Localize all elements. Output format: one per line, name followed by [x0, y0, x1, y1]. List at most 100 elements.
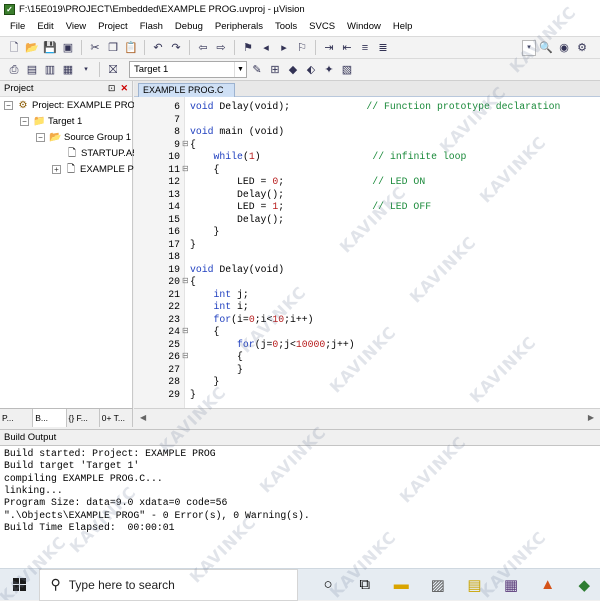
menu-peripherals[interactable]: Peripherals: [209, 18, 269, 36]
menu-project[interactable]: Project: [92, 18, 134, 36]
menu-file[interactable]: File: [4, 18, 31, 36]
code-text: {: [190, 164, 220, 177]
indent-icon[interactable]: ⇥: [321, 40, 337, 56]
close-icon[interactable]: ✕: [120, 83, 128, 94]
menu-svcs[interactable]: SVCS: [303, 18, 341, 36]
pin-icon[interactable]: ⊡: [108, 83, 116, 94]
configure-icon[interactable]: ⚙: [574, 40, 590, 56]
line-number: 22: [168, 301, 180, 312]
fold-marker-icon[interactable]: ⊟: [182, 326, 189, 339]
editor-tab[interactable]: EXAMPLE PROG.C: [138, 83, 235, 97]
open-folder-icon[interactable]: 📂: [24, 40, 40, 56]
photos-icon[interactable]: ▨: [422, 569, 454, 601]
translate-icon[interactable]: ⎙: [6, 62, 22, 78]
tree-item-file[interactable]: 🗋 STARTUP.A5: [66, 145, 138, 161]
target-select[interactable]: Target 1 ▼: [129, 61, 247, 78]
code-line: 14 LED = 1; // LED OFF: [134, 201, 600, 214]
find-dropdown-icon[interactable]: ▾: [522, 39, 536, 56]
build-output-panel[interactable]: Build started: Project: EXAMPLE PROG Bui…: [0, 446, 600, 568]
tab-functions[interactable]: {} F...: [67, 409, 100, 427]
scroll-right-icon[interactable]: ▶: [588, 413, 594, 422]
collapse-toggle-icon[interactable]: −: [20, 116, 29, 126]
copy-icon[interactable]: ❐: [105, 40, 121, 56]
save-all-icon[interactable]: ▣: [60, 40, 76, 56]
download-icon[interactable]: ▾: [78, 62, 94, 78]
start-button[interactable]: [0, 569, 39, 601]
code-text: }: [190, 364, 243, 377]
batch-build-icon[interactable]: ▦: [60, 62, 76, 78]
keil-icon[interactable]: ◆: [568, 569, 600, 601]
menu-tools[interactable]: Tools: [269, 18, 303, 36]
fold-marker-icon[interactable]: ⊟: [182, 351, 189, 364]
calculator-icon[interactable]: ▦: [495, 569, 527, 601]
project-panel-title: Project: [4, 83, 34, 94]
undo-icon[interactable]: ↶: [150, 40, 166, 56]
pack-installer-icon[interactable]: ◆: [285, 62, 301, 78]
tree-item-file[interactable]: + 🗋 EXAMPLE P: [52, 161, 134, 177]
notes-icon[interactable]: ▤: [459, 569, 491, 601]
menu-debug[interactable]: Debug: [169, 18, 209, 36]
new-file-icon[interactable]: 🗋: [6, 40, 22, 56]
tab-templates[interactable]: 0+ T...: [100, 409, 133, 427]
paste-icon[interactable]: 📋: [123, 40, 139, 56]
books-icon[interactable]: ▧: [339, 62, 355, 78]
build-icon[interactable]: ▤: [24, 62, 40, 78]
navigate-forward-icon[interactable]: ⇨: [213, 40, 229, 56]
menu-view[interactable]: View: [60, 18, 92, 36]
code-editor[interactable]: 6 void Delay(void); // Function prototype…: [134, 97, 600, 408]
collapse-toggle-icon[interactable]: −: [36, 132, 45, 142]
menu-help[interactable]: Help: [387, 18, 419, 36]
prev-bookmark-icon[interactable]: ◂: [258, 40, 274, 56]
save-icon[interactable]: 💾: [42, 40, 58, 56]
code-line: 12 LED = 0; // LED ON: [134, 176, 600, 189]
uncomment-icon[interactable]: ≣: [375, 40, 391, 56]
menu-flash[interactable]: Flash: [134, 18, 169, 36]
collapse-toggle-icon[interactable]: −: [4, 100, 13, 110]
code-text: void Delay(void): [190, 264, 284, 277]
rte-icon[interactable]: ⬖: [303, 62, 319, 78]
line-number: 28: [168, 376, 180, 387]
task-view-icon[interactable]: ⧉: [349, 569, 381, 601]
file-explorer-icon[interactable]: ▬: [385, 569, 417, 601]
horizontal-scrollbar[interactable]: ◀ ▶: [134, 408, 600, 427]
matlab-icon[interactable]: ▲: [532, 569, 564, 601]
bookmark-icon[interactable]: ⚑: [240, 40, 256, 56]
rebuild-icon[interactable]: ▥: [42, 62, 58, 78]
menu-edit[interactable]: Edit: [31, 18, 59, 36]
code-comment: // LED OFF: [372, 201, 432, 212]
code-text: void Delay(void); // Function prototype …: [190, 101, 560, 114]
debug-session-icon[interactable]: ◉: [556, 40, 572, 56]
fold-marker-icon[interactable]: ⊟: [182, 276, 189, 289]
menu-window[interactable]: Window: [341, 18, 387, 36]
cortana-icon[interactable]: ○: [312, 569, 344, 601]
build-output-line: ".\Objects\EXAMPLE PROG" - 0 Error(s), 0…: [4, 509, 310, 521]
line-number: 11: [168, 163, 180, 175]
target-options-icon[interactable]: ✎: [249, 62, 265, 78]
tree-item-project[interactable]: − ⚙ Project: EXAMPLE PRO: [4, 97, 135, 113]
navigate-back-icon[interactable]: ⇦: [195, 40, 211, 56]
tree-item-target[interactable]: − 📁 Target 1: [20, 113, 82, 129]
unindent-icon[interactable]: ⇤: [339, 40, 355, 56]
select-packs-icon[interactable]: ✦: [321, 62, 337, 78]
stop-build-icon[interactable]: ⛝: [105, 62, 121, 78]
cut-icon[interactable]: ✂: [87, 40, 103, 56]
scroll-left-icon[interactable]: ◀: [140, 413, 146, 422]
code-text: Delay();: [190, 189, 284, 202]
comment-icon[interactable]: ≡: [357, 40, 373, 56]
find-in-files-icon[interactable]: 🔍: [538, 40, 554, 56]
expand-toggle-icon[interactable]: +: [52, 164, 61, 174]
manage-project-icon[interactable]: ⊞: [267, 62, 283, 78]
code-comment: // infinite loop: [372, 151, 467, 162]
taskbar-search[interactable]: ⚲ Type here to search: [39, 568, 299, 601]
fold-marker-icon[interactable]: ⊟: [182, 164, 189, 177]
tab-project[interactable]: P...: [0, 409, 34, 427]
code-keyword: for: [213, 313, 232, 325]
tab-books[interactable]: B...: [33, 409, 67, 427]
code-token: }: [190, 226, 220, 237]
fold-marker-icon[interactable]: ⊟: [182, 139, 189, 152]
clear-bookmarks-icon[interactable]: ⚐: [294, 40, 310, 56]
build-toolbar: ⎙ ▤ ▥ ▦ ▾ ⛝ Target 1 ▼ ✎ ⊞ ◆ ⬖ ✦ ▧: [0, 58, 600, 81]
redo-icon[interactable]: ↷: [168, 40, 184, 56]
tree-item-source-group[interactable]: − 📂 Source Group 1: [36, 129, 131, 145]
next-bookmark-icon[interactable]: ▸: [276, 40, 292, 56]
